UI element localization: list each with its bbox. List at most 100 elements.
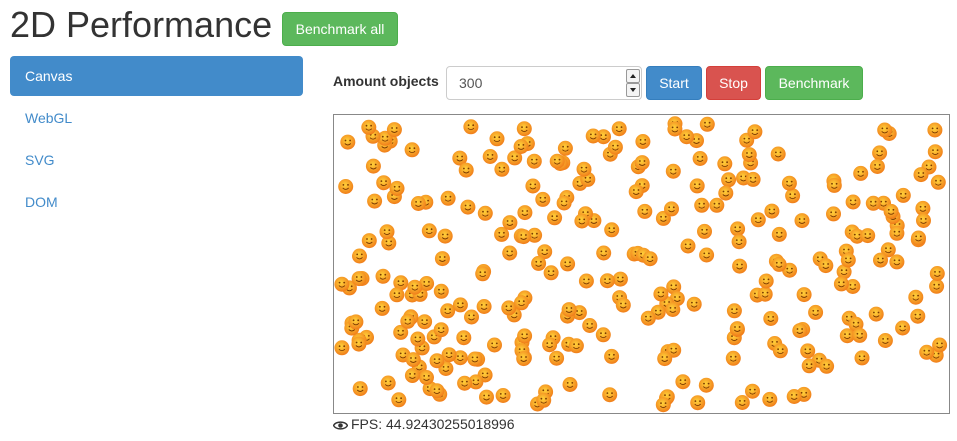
smiley-sprite: [758, 273, 774, 289]
smiley-sprite: [334, 340, 350, 356]
smiley-sprite: [883, 203, 899, 219]
smiley-sprite: [543, 265, 559, 281]
smiley-sprite: [721, 172, 737, 188]
smiley-sprite: [611, 121, 627, 137]
smiley-sprite: [482, 149, 498, 164]
smiley-sprite: [421, 223, 437, 239]
smiley-sprite: [417, 314, 433, 330]
smiley-sprite: [400, 313, 416, 329]
smiley-sprite: [549, 350, 565, 366]
nav-item-canvas: Canvas: [10, 56, 303, 98]
smiley-sprite: [927, 122, 943, 138]
smiley-sprite: [692, 151, 708, 166]
smiley-sprite: [542, 337, 558, 353]
smiley-sprite: [429, 383, 445, 399]
smiley-sprite: [869, 159, 885, 174]
smiley-sprite: [429, 353, 445, 369]
smiley-sprite: [895, 320, 911, 336]
smiley-sprite: [517, 328, 533, 344]
nav-link-dom[interactable]: DOM: [10, 182, 303, 222]
smiley-sprite: [595, 327, 611, 343]
smiley-sprite: [877, 122, 893, 138]
smiley-sprite: [502, 245, 518, 261]
increment-arrow-icon[interactable]: [626, 69, 640, 83]
smiley-sprite: [615, 297, 631, 313]
smiley-sprite: [525, 178, 541, 194]
nav-link-webgl[interactable]: WebGL: [10, 98, 303, 138]
benchmark-all-button[interactable]: Benchmark all: [282, 12, 398, 46]
smiley-sprite: [725, 350, 741, 366]
amount-spinner: [626, 69, 640, 97]
smiley-sprite: [634, 155, 650, 171]
smiley-sprite: [457, 375, 473, 391]
smiley-sprite: [913, 167, 929, 183]
smiley-sprite: [440, 190, 456, 206]
smiley-sprite: [531, 255, 547, 271]
smiley-sprite: [391, 392, 407, 408]
smiley-sprite: [495, 388, 511, 403]
smiley-sprite: [365, 158, 381, 174]
smiley-sprite: [458, 162, 474, 178]
smiley-sprite: [764, 203, 780, 219]
smiley-sprite: [657, 351, 673, 367]
smiley-sprite: [763, 311, 779, 326]
nav-item-dom: DOM: [10, 182, 303, 224]
smiley-sprite: [794, 213, 810, 229]
smiley-sprite: [475, 266, 491, 282]
benchmark-button[interactable]: Benchmark: [765, 66, 863, 100]
smiley-sprite: [467, 351, 483, 367]
smiley-sprite: [785, 188, 801, 204]
start-button[interactable]: Start: [646, 66, 702, 100]
smiley-sprite: [604, 222, 620, 238]
smiley-sprite: [697, 223, 712, 239]
smiley-sprite: [694, 197, 710, 213]
smiley-sprite: [833, 276, 849, 292]
smiley-sprite: [726, 303, 742, 319]
smiley-sprite: [734, 395, 750, 410]
fps-text: FPS: 44.92430255018996: [351, 416, 515, 432]
smiley-sprite: [351, 271, 367, 287]
smiley-sprite: [750, 212, 766, 228]
smiley-sprite: [517, 205, 533, 221]
smiley-sprite: [860, 228, 876, 244]
smiley-sprite: [607, 139, 623, 155]
smiley-sprite: [535, 191, 551, 207]
smiley-sprite: [840, 252, 856, 268]
smiley-sprite: [771, 226, 787, 242]
smiley-sprite: [854, 350, 870, 366]
smiley-sprite: [419, 370, 434, 385]
smiley-sprite: [818, 258, 834, 274]
smiley-sprite: [808, 304, 824, 320]
amount-input[interactable]: [446, 66, 642, 100]
smiley-sprite: [404, 368, 420, 383]
smiley-sprite: [574, 213, 590, 229]
stop-button[interactable]: Stop: [706, 66, 761, 100]
smiley-sprite: [745, 171, 761, 187]
smiley-sprite: [686, 296, 702, 312]
smiley-sprite: [801, 358, 817, 374]
smiley-sprite: [741, 147, 757, 163]
decrement-arrow-icon[interactable]: [626, 83, 640, 97]
smiley-sprite: [698, 377, 714, 393]
smiley-sprite: [729, 321, 745, 337]
nav-link-svg[interactable]: SVG: [10, 140, 303, 180]
smiley-sprite: [463, 119, 479, 135]
smiley-sprite: [452, 297, 468, 313]
smiley-sprite: [367, 193, 383, 209]
smiley-sprite: [653, 286, 669, 302]
smiley-sprite: [877, 333, 893, 348]
smiley-sprite: [576, 161, 592, 177]
smiley-sprite: [628, 184, 644, 200]
smiley-sprite: [932, 337, 948, 353]
smiley-sprite: [929, 266, 945, 281]
smiley-sprite: [635, 134, 651, 149]
smiley-sprite: [665, 163, 681, 179]
smiley-sprite: [747, 124, 763, 140]
smiley-sprite: [557, 140, 573, 156]
smiley-sprite: [556, 195, 572, 211]
smiley-sprite: [604, 348, 620, 364]
nav-link-canvas[interactable]: Canvas: [10, 56, 303, 96]
smiley-sprite: [732, 258, 748, 274]
smiley-sprite: [826, 206, 841, 222]
smiley-sprite: [665, 302, 681, 317]
